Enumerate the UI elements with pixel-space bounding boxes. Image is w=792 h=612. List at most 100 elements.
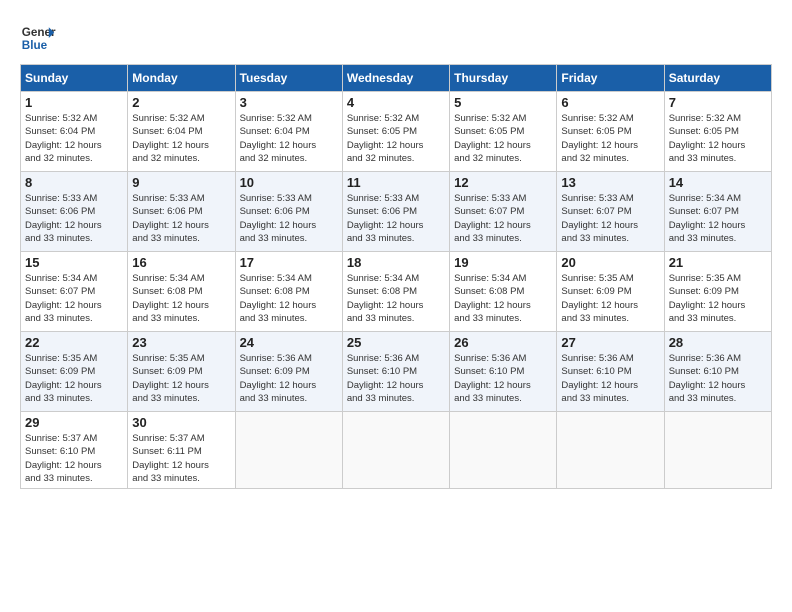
day-number: 6 bbox=[561, 95, 659, 110]
day-number: 14 bbox=[669, 175, 767, 190]
day-sun-info: Sunrise: 5:34 AM Sunset: 6:07 PM Dayligh… bbox=[25, 272, 123, 325]
calendar-cell: 8 Sunrise: 5:33 AM Sunset: 6:06 PM Daylig… bbox=[21, 172, 128, 252]
day-sun-info: Sunrise: 5:35 AM Sunset: 6:09 PM Dayligh… bbox=[561, 272, 659, 325]
calendar-cell bbox=[342, 412, 449, 489]
day-number: 16 bbox=[132, 255, 230, 270]
calendar-cell: 25Sunrise: 5:36 AM Sunset: 6:10 PM Dayli… bbox=[342, 332, 449, 412]
calendar-table: SundayMondayTuesdayWednesdayThursdayFrid… bbox=[20, 64, 772, 489]
day-number: 12 bbox=[454, 175, 552, 190]
calendar-cell: 16 Sunrise: 5:34 AM Sunset: 6:08 PM Dayli… bbox=[128, 252, 235, 332]
calendar-cell: 11 Sunrise: 5:33 AM Sunset: 6:06 PM Dayli… bbox=[342, 172, 449, 252]
day-number: 23 bbox=[132, 335, 230, 350]
day-sun-info: Sunrise: 5:34 AM Sunset: 6:08 PM Dayligh… bbox=[132, 272, 230, 325]
calendar-cell: 10 Sunrise: 5:33 AM Sunset: 6:06 PM Dayli… bbox=[235, 172, 342, 252]
day-number: 28 bbox=[669, 335, 767, 350]
calendar-cell bbox=[557, 412, 664, 489]
logo-icon: General Blue bbox=[20, 20, 56, 56]
day-sun-info: Sunrise: 5:34 AM Sunset: 6:08 PM Dayligh… bbox=[347, 272, 445, 325]
calendar-cell: 5 Sunrise: 5:32 AM Sunset: 6:05 PM Daylig… bbox=[450, 92, 557, 172]
day-sun-info: Sunrise: 5:35 AM Sunset: 6:09 PM Dayligh… bbox=[669, 272, 767, 325]
day-sun-info: Sunrise: 5:32 AM Sunset: 6:05 PM Dayligh… bbox=[454, 112, 552, 165]
calendar-cell: 26 Sunrise: 5:36 AM Sunset: 6:10 PM Dayli… bbox=[450, 332, 557, 412]
calendar-cell: 29 Sunrise: 5:37 AM Sunset: 6:10 PM Dayli… bbox=[21, 412, 128, 489]
calendar-cell: 15 Sunrise: 5:34 AM Sunset: 6:07 PM Dayli… bbox=[21, 252, 128, 332]
day-sun-info: Sunrise: 5:32 AM Sunset: 6:05 PM Dayligh… bbox=[347, 112, 445, 165]
day-number: 17 bbox=[240, 255, 338, 270]
calendar-cell: 4 Sunrise: 5:32 AM Sunset: 6:05 PM Daylig… bbox=[342, 92, 449, 172]
day-number: 9 bbox=[132, 175, 230, 190]
calendar-cell: 13 Sunrise: 5:33 AM Sunset: 6:07 PM Dayli… bbox=[557, 172, 664, 252]
calendar-cell: 27 Sunrise: 5:36 AM Sunset: 6:10 PM Dayli… bbox=[557, 332, 664, 412]
day-sun-info: Sunrise: 5:35 AM Sunset: 6:09 PM Dayligh… bbox=[25, 352, 123, 405]
calendar-cell: 23Sunrise: 5:35 AM Sunset: 6:09 PM Dayli… bbox=[128, 332, 235, 412]
day-sun-info: Sunrise: 5:33 AM Sunset: 6:07 PM Dayligh… bbox=[561, 192, 659, 245]
day-number: 22 bbox=[25, 335, 123, 350]
calendar-cell bbox=[235, 412, 342, 489]
day-sun-info: Sunrise: 5:32 AM Sunset: 6:05 PM Dayligh… bbox=[669, 112, 767, 165]
day-of-week-header: Saturday bbox=[664, 65, 771, 92]
calendar-cell: 18 Sunrise: 5:34 AM Sunset: 6:08 PM Dayli… bbox=[342, 252, 449, 332]
day-number: 10 bbox=[240, 175, 338, 190]
calendar-cell: 3 Sunrise: 5:32 AM Sunset: 6:04 PM Daylig… bbox=[235, 92, 342, 172]
day-sun-info: Sunrise: 5:36 AM Sunset: 6:09 PM Dayligh… bbox=[240, 352, 338, 405]
calendar-cell: 22 Sunrise: 5:35 AM Sunset: 6:09 PM Dayli… bbox=[21, 332, 128, 412]
calendar-cell: 21 Sunrise: 5:35 AM Sunset: 6:09 PM Dayli… bbox=[664, 252, 771, 332]
day-sun-info: Sunrise: 5:36 AM Sunset: 6:10 PM Dayligh… bbox=[561, 352, 659, 405]
day-number: 8 bbox=[25, 175, 123, 190]
day-number: 13 bbox=[561, 175, 659, 190]
day-number: 18 bbox=[347, 255, 445, 270]
day-sun-info: Sunrise: 5:34 AM Sunset: 6:07 PM Dayligh… bbox=[669, 192, 767, 245]
day-of-week-header: Wednesday bbox=[342, 65, 449, 92]
day-sun-info: Sunrise: 5:34 AM Sunset: 6:08 PM Dayligh… bbox=[240, 272, 338, 325]
day-number: 3 bbox=[240, 95, 338, 110]
calendar-cell: 12 Sunrise: 5:33 AM Sunset: 6:07 PM Dayli… bbox=[450, 172, 557, 252]
day-number: 20 bbox=[561, 255, 659, 270]
day-number: 15 bbox=[25, 255, 123, 270]
day-of-week-header: Thursday bbox=[450, 65, 557, 92]
calendar-cell bbox=[664, 412, 771, 489]
day-number: 4 bbox=[347, 95, 445, 110]
day-sun-info: Sunrise: 5:36 AM Sunset: 6:10 PM Dayligh… bbox=[669, 352, 767, 405]
day-sun-info: Sunrise: 5:36 AM Sunset: 6:10 PM Dayligh… bbox=[454, 352, 552, 405]
calendar-cell: 24 Sunrise: 5:36 AM Sunset: 6:09 PM Dayli… bbox=[235, 332, 342, 412]
day-sun-info: Sunrise: 5:37 AM Sunset: 6:10 PM Dayligh… bbox=[25, 432, 123, 485]
day-number: 24 bbox=[240, 335, 338, 350]
day-number: 11 bbox=[347, 175, 445, 190]
day-number: 21 bbox=[669, 255, 767, 270]
day-number: 7 bbox=[669, 95, 767, 110]
day-sun-info: Sunrise: 5:33 AM Sunset: 6:07 PM Dayligh… bbox=[454, 192, 552, 245]
day-sun-info: Sunrise: 5:33 AM Sunset: 6:06 PM Dayligh… bbox=[347, 192, 445, 245]
calendar-cell: 2Sunrise: 5:32 AM Sunset: 6:04 PM Daylig… bbox=[128, 92, 235, 172]
calendar-cell: 28 Sunrise: 5:36 AM Sunset: 6:10 PM Dayli… bbox=[664, 332, 771, 412]
day-number: 5 bbox=[454, 95, 552, 110]
calendar-cell: 6 Sunrise: 5:32 AM Sunset: 6:05 PM Daylig… bbox=[557, 92, 664, 172]
day-of-week-header: Friday bbox=[557, 65, 664, 92]
day-sun-info: Sunrise: 5:33 AM Sunset: 6:06 PM Dayligh… bbox=[25, 192, 123, 245]
day-number: 19 bbox=[454, 255, 552, 270]
day-sun-info: Sunrise: 5:33 AM Sunset: 6:06 PM Dayligh… bbox=[240, 192, 338, 245]
day-number: 26 bbox=[454, 335, 552, 350]
day-number: 1 bbox=[25, 95, 123, 110]
day-sun-info: Sunrise: 5:37 AM Sunset: 6:11 PM Dayligh… bbox=[132, 432, 230, 485]
calendar-cell: 19 Sunrise: 5:34 AM Sunset: 6:08 PM Dayli… bbox=[450, 252, 557, 332]
day-sun-info: Sunrise: 5:32 AM Sunset: 6:05 PM Dayligh… bbox=[561, 112, 659, 165]
calendar-cell: 7 Sunrise: 5:32 AM Sunset: 6:05 PM Daylig… bbox=[664, 92, 771, 172]
calendar-cell bbox=[450, 412, 557, 489]
day-number: 2 bbox=[132, 95, 230, 110]
day-sun-info: Sunrise: 5:34 AM Sunset: 6:08 PM Dayligh… bbox=[454, 272, 552, 325]
calendar-cell: 1 Sunrise: 5:32 AM Sunset: 6:04 PM Daylig… bbox=[21, 92, 128, 172]
calendar-cell: 14 Sunrise: 5:34 AM Sunset: 6:07 PM Dayli… bbox=[664, 172, 771, 252]
day-number: 30 bbox=[132, 415, 230, 430]
calendar-cell: 20 Sunrise: 5:35 AM Sunset: 6:09 PM Dayli… bbox=[557, 252, 664, 332]
day-of-week-header: Monday bbox=[128, 65, 235, 92]
day-number: 27 bbox=[561, 335, 659, 350]
day-number: 29 bbox=[25, 415, 123, 430]
calendar-cell: 9 Sunrise: 5:33 AM Sunset: 6:06 PM Daylig… bbox=[128, 172, 235, 252]
svg-text:Blue: Blue bbox=[22, 39, 48, 52]
page-header: General Blue bbox=[20, 20, 772, 56]
day-sun-info: Sunrise: 5:32 AM Sunset: 6:04 PM Dayligh… bbox=[25, 112, 123, 165]
day-of-week-header: Tuesday bbox=[235, 65, 342, 92]
day-sun-info: Sunrise: 5:36 AM Sunset: 6:10 PM Dayligh… bbox=[347, 352, 445, 405]
day-sun-info: Sunrise: 5:32 AM Sunset: 6:04 PM Dayligh… bbox=[240, 112, 338, 165]
day-sun-info: Sunrise: 5:33 AM Sunset: 6:06 PM Dayligh… bbox=[132, 192, 230, 245]
